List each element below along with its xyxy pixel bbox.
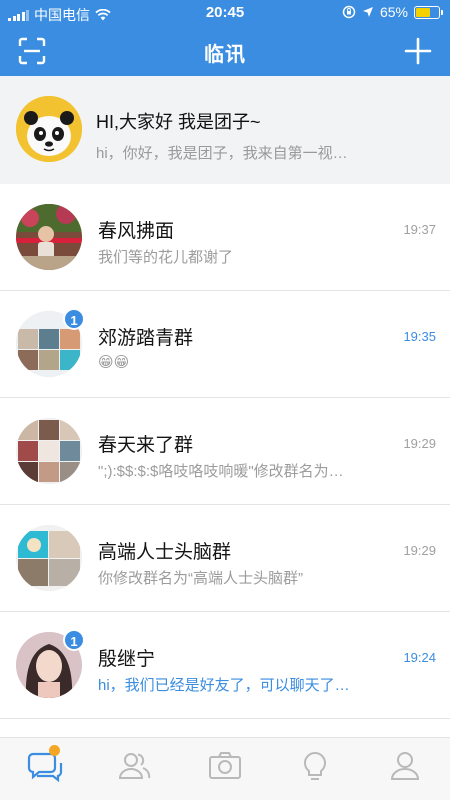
chat-name: 郊游踏青群 [98,328,194,349]
location-icon [362,7,373,17]
chat-name: 高端人士头脑群 [98,542,232,563]
chat-item-yinjining[interactable]: 1 殷继宁 hi，我们已经是好友了，可以聊天了… 19:24 [0,612,450,719]
status-bar: 中国电信 20:45 65% [0,0,450,26]
chat-time: 19:29 [403,543,436,558]
profile-signature: hi，你好，我是团子，我来自第一视… [96,145,348,162]
avatar-photo [16,204,82,270]
tab-messages[interactable] [25,745,65,786]
panda-face-image [16,96,82,162]
chat-item-jiaoyoutaqingqun[interactable]: 1 郊游踏青群 😁😁 19:35 [0,291,450,398]
group-collage-image [16,525,82,591]
unread-badge: 1 [63,629,85,651]
chat-time: 19:29 [403,436,436,451]
tab-bar [0,737,450,800]
page-title: 临讯 [204,44,246,66]
battery-icon [414,5,443,19]
chat-list: 春风拂面 我们等的花儿都谢了 19:37 1 郊游踏青群 😁😁 19:35 春天… [0,184,450,719]
panda-avatar[interactable] [16,96,82,162]
unread-badge: 1 [63,308,85,330]
chat-last-message: 你修改群名为“高端人士头脑群” [98,570,303,587]
chat-name: 殷继宁 [98,649,156,670]
my-profile-card[interactable]: HI,大家好 我是团子~ hi，你好，我是团子，我来自第一视… [0,76,450,184]
chat-avatar [16,204,82,270]
contacts-icon [118,753,151,779]
nav-bar: 临讯 [0,26,450,76]
camera-icon [209,752,241,779]
group-avatar [16,418,82,484]
profile-name: HI,大家好 我是团子~ [96,112,261,132]
group-avatar [16,525,82,591]
discover-bulb-icon [304,752,326,780]
profile-icon [390,752,420,780]
tab-camera[interactable] [205,746,245,786]
tab-contacts[interactable] [114,746,154,786]
chat-last-message: ";):$$:$:$咯吱咯吱响暖"修改群名为… [98,463,344,480]
tab-profile[interactable] [385,746,425,786]
chat-item-gaoduanrenshitounaoqun[interactable]: 高端人士头脑群 你修改群名为“高端人士头脑群” 19:29 [0,505,450,612]
plus-icon[interactable] [404,37,432,65]
battery-percent: 65% [379,4,408,20]
chat-name: 春风拂面 [98,221,175,242]
chat-item-chunfengfumian[interactable]: 春风拂面 我们等的花儿都谢了 19:37 [0,184,450,291]
rotation-lock-icon [342,5,356,19]
chat-time: 19:35 [403,329,436,344]
chat-time: 19:37 [403,222,436,237]
chat-last-message: 我们等的花儿都谢了 [98,249,234,266]
chat-item-chuntianlailequn[interactable]: 春天来了群 ";):$$:$:$咯吱咯吱响暖"修改群名为… 19:29 [0,398,450,505]
chat-name: 春天来了群 [98,435,194,456]
status-right: 65% [342,4,443,20]
chat-last-message: hi，我们已经是好友了，可以聊天了… [98,677,350,694]
tab-discover[interactable] [295,746,335,786]
chat-last-message: 😁😁 [98,354,130,371]
group-collage-image [16,418,82,484]
notification-dot [49,745,60,756]
chat-time: 19:24 [403,650,436,665]
